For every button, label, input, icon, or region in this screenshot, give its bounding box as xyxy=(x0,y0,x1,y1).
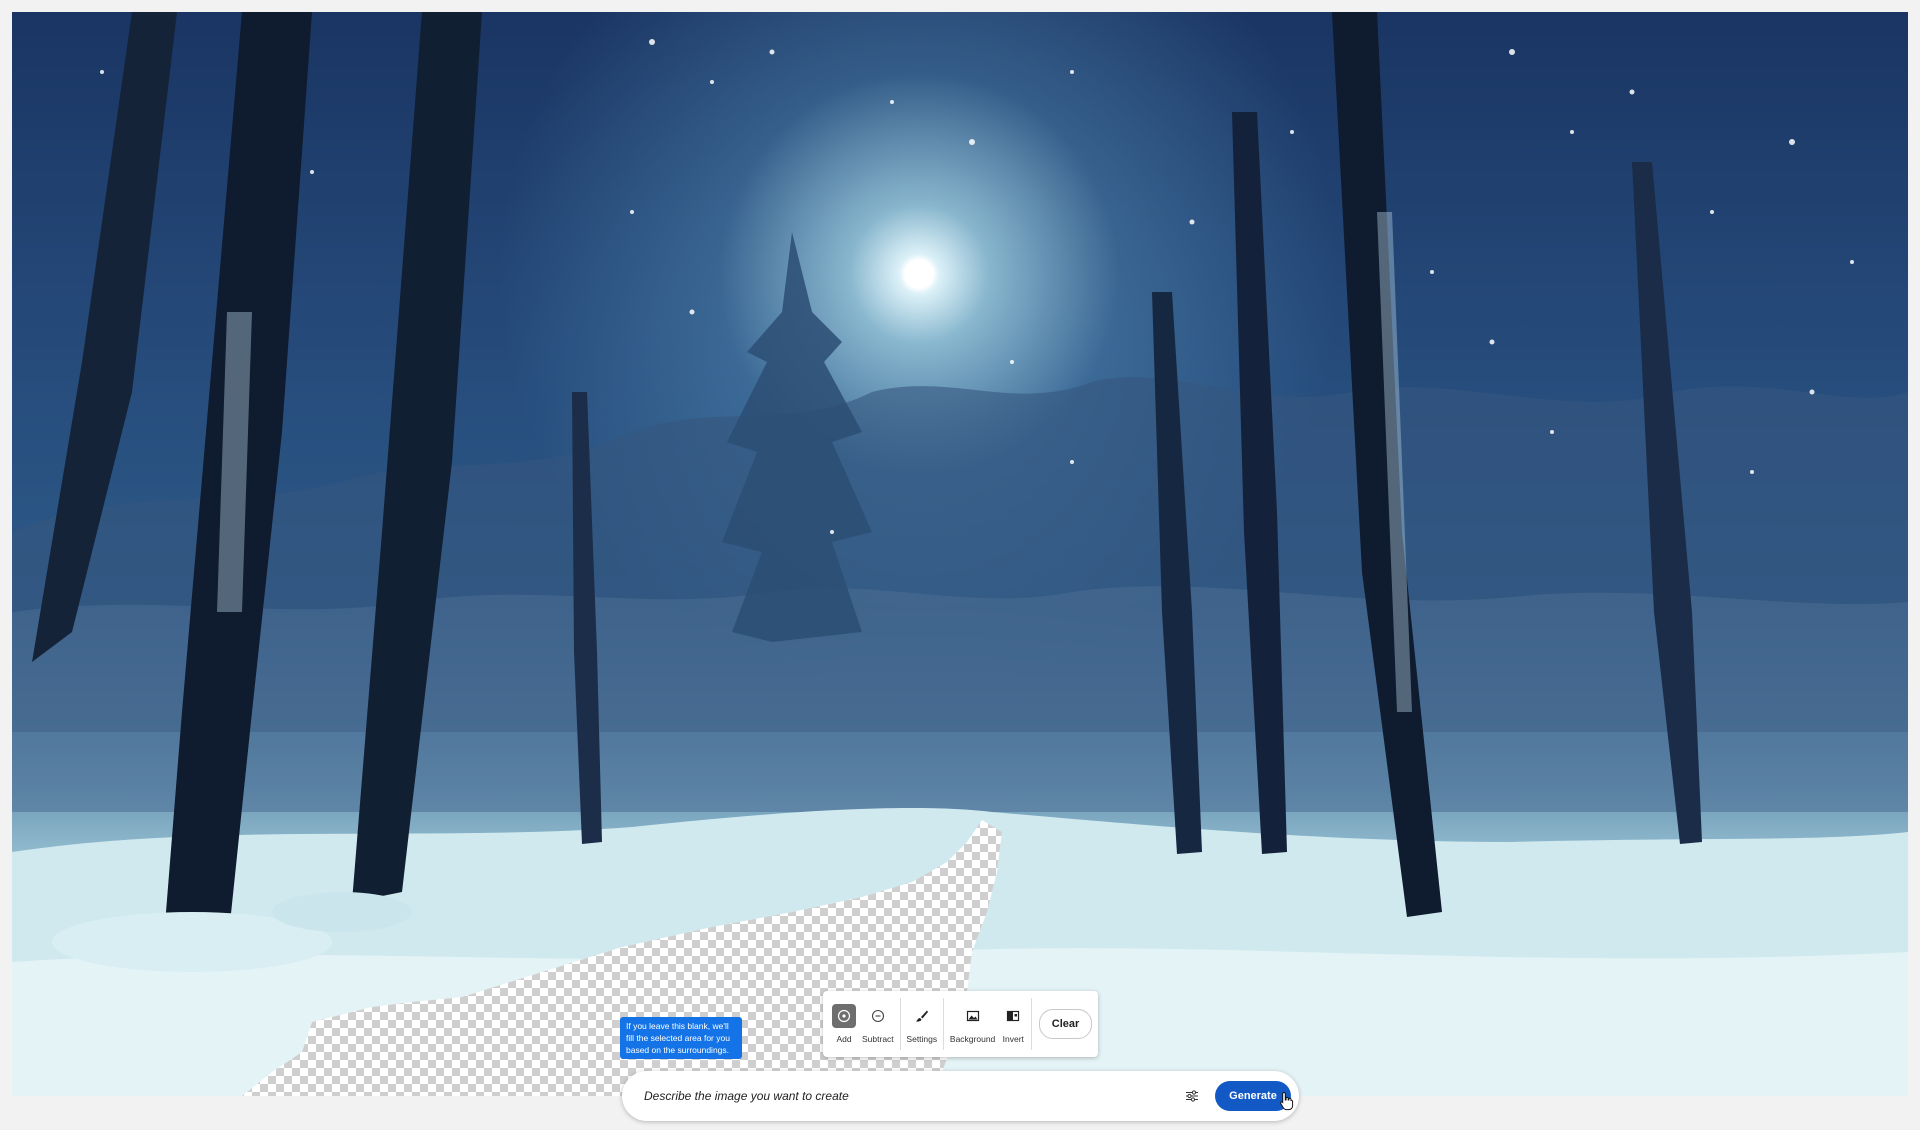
image-canvas[interactable] xyxy=(12,12,1908,1096)
tool-subtract-label: Subtract xyxy=(862,1034,894,1044)
tool-settings[interactable]: Settings xyxy=(903,996,940,1052)
tool-add-label: Add xyxy=(836,1034,852,1044)
tool-subtract[interactable]: Subtract xyxy=(859,996,897,1052)
hint-text: If you leave this blank, we'll fill the … xyxy=(626,1021,730,1055)
hint-tooltip: If you leave this blank, we'll fill the … xyxy=(620,1017,742,1059)
add-brush-icon xyxy=(832,1004,856,1028)
tool-settings-label: Settings xyxy=(906,1034,938,1044)
tool-add[interactable]: Add xyxy=(829,996,859,1052)
sliders-icon[interactable] xyxy=(1181,1085,1203,1107)
toolbar-divider xyxy=(943,998,944,1050)
prompt-bar: Generate xyxy=(622,1071,1299,1121)
brush-icon xyxy=(910,1004,934,1028)
clear-button[interactable]: Clear xyxy=(1039,1009,1092,1039)
hand-cursor-icon xyxy=(1280,1091,1294,1111)
invert-icon xyxy=(1001,1004,1025,1028)
image-icon xyxy=(961,1004,985,1028)
selection-toolbar: Add Subtract Settings Background Invert … xyxy=(823,991,1098,1057)
tool-invert-label: Invert xyxy=(1002,1034,1024,1044)
tool-background-label: Background xyxy=(949,1034,996,1044)
subtract-brush-icon xyxy=(866,1004,890,1028)
prompt-input[interactable] xyxy=(642,1088,1181,1104)
tool-background[interactable]: Background xyxy=(947,996,998,1052)
toolbar-divider xyxy=(1031,998,1033,1050)
toolbar-divider xyxy=(899,998,901,1050)
tool-invert[interactable]: Invert xyxy=(998,996,1028,1052)
